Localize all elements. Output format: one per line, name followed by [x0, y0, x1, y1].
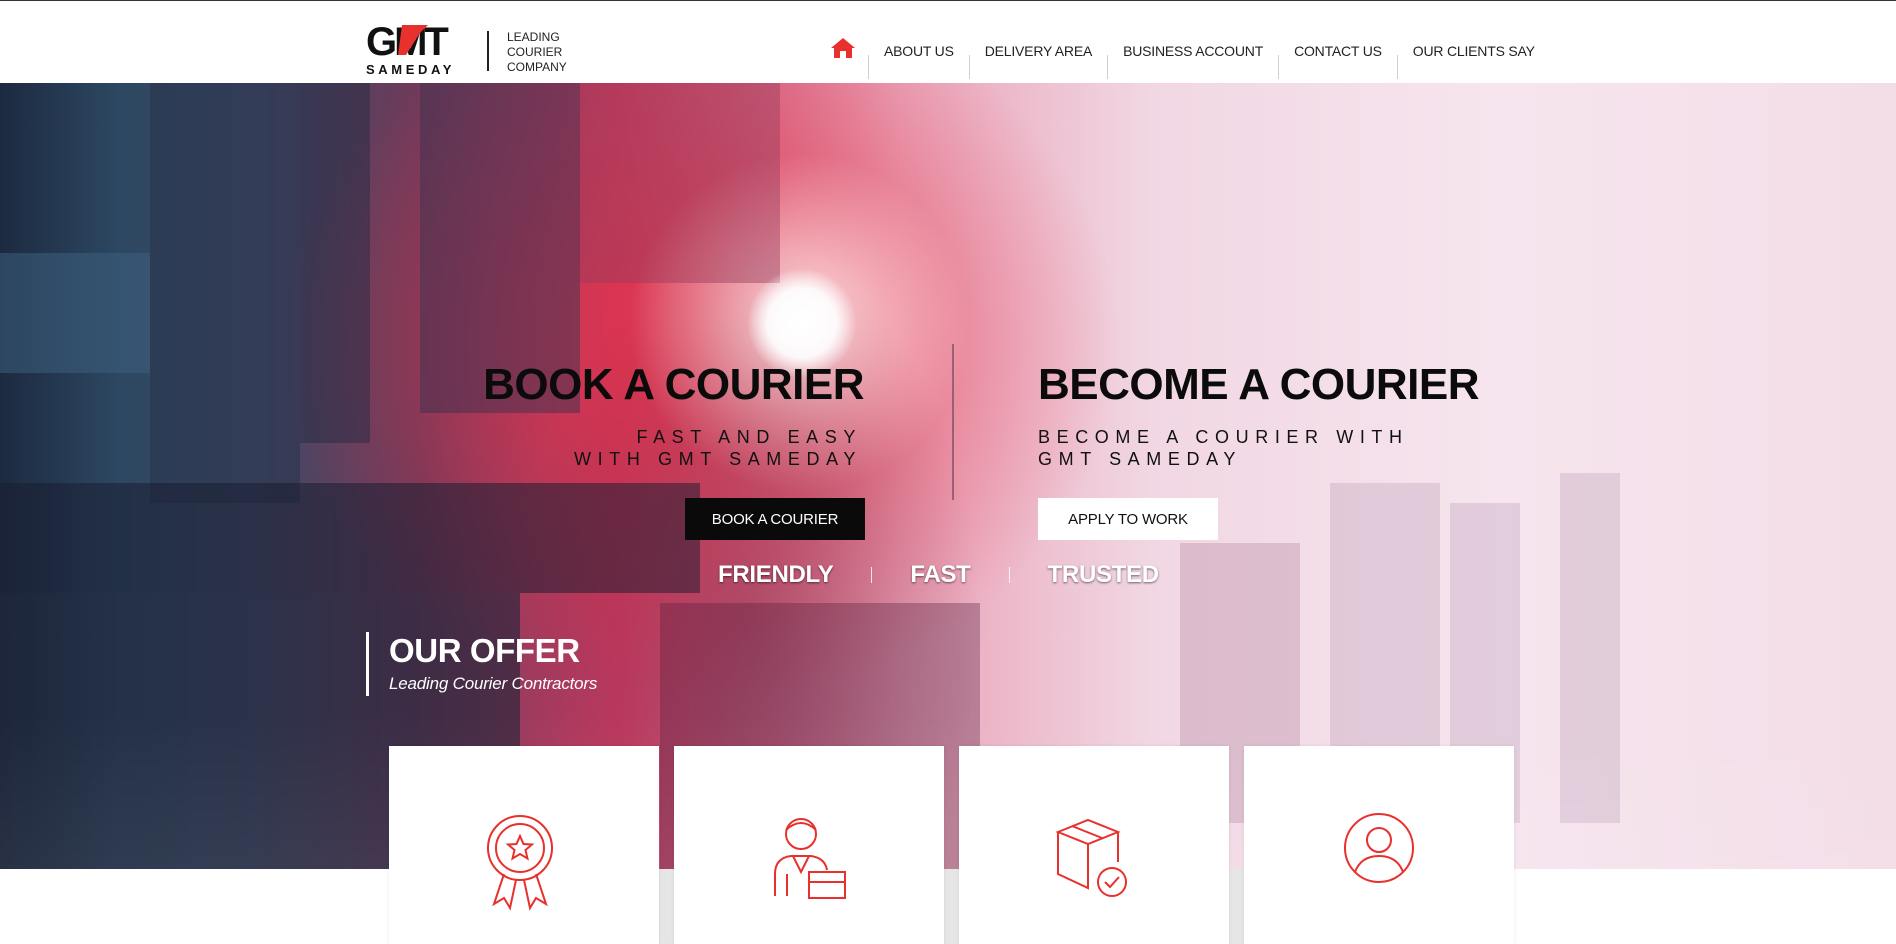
- become-courier-subtitle: BECOME A COURIER WITH GMT SAMEDAY: [1038, 426, 1409, 470]
- company-tagline: LEADING COURIER COMPANY: [507, 30, 567, 75]
- card-gap: [1228, 869, 1244, 944]
- nav-about-us[interactable]: ABOUT US: [868, 31, 969, 79]
- tagline-line: COURIER: [507, 45, 563, 59]
- cta-divider: [952, 344, 954, 500]
- nav-home-link[interactable]: [818, 31, 868, 61]
- book-courier-button[interactable]: BOOK A COURIER: [685, 498, 865, 540]
- book-courier-subtitle-line: FAST AND EASY: [636, 427, 862, 447]
- logo-divider: [487, 31, 489, 71]
- value-friendly: FRIENDLY: [718, 561, 834, 588]
- main-nav: ABOUT US DELIVERY AREA BUSINESS ACCOUNT …: [818, 31, 1550, 79]
- hero-banner: [0, 83, 1896, 869]
- offer-title: OUR OFFER: [389, 632, 580, 669]
- site-header: GMT SAMEDAY LEADING COURIER COMPANY ABOU…: [0, 1, 1896, 83]
- value-separator: [871, 567, 873, 583]
- courier-with-box-icon: [769, 812, 849, 912]
- book-courier-subtitle: FAST AND EASY WITH GMT SAMEDAY: [574, 426, 862, 470]
- card-gap: [658, 869, 674, 944]
- award-badge-icon: [484, 812, 564, 912]
- value-trusted: TRUSTED: [1047, 561, 1160, 588]
- card-gap: [943, 869, 959, 944]
- apply-to-work-button[interactable]: APPLY TO WORK: [1038, 498, 1218, 540]
- nav-business-account[interactable]: BUSINESS ACCOUNT: [1107, 31, 1278, 79]
- become-courier-subtitle-line: BECOME A COURIER WITH: [1038, 427, 1409, 447]
- value-fast: FAST: [910, 561, 971, 588]
- nav-our-clients-say[interactable]: OUR CLIENTS SAY: [1396, 31, 1550, 79]
- company-values: FRIENDLY FAST TRUSTED: [718, 560, 1159, 590]
- offer-card-couriers[interactable]: [674, 746, 944, 944]
- nav-contact-us[interactable]: CONTACT US: [1278, 31, 1397, 79]
- tagline-line: COMPANY: [507, 60, 567, 74]
- gmt-sameday-logo[interactable]: GMT SAMEDAY: [366, 17, 470, 77]
- book-courier-subtitle-line: WITH GMT SAMEDAY: [574, 449, 862, 469]
- offer-card-clients[interactable]: [1244, 746, 1514, 944]
- offer-subtitle: Leading Courier Contractors: [389, 674, 598, 693]
- user-circle-icon: [1339, 812, 1419, 912]
- offer-card-delivery[interactable]: [959, 746, 1229, 944]
- hero-overlay: [0, 83, 1896, 869]
- offer-card-quality[interactable]: [389, 746, 659, 944]
- logo-subtext: SAMEDAY: [366, 62, 455, 77]
- become-courier-subtitle-line: GMT SAMEDAY: [1038, 449, 1242, 469]
- home-icon: [831, 38, 855, 58]
- package-checked-icon: [1054, 812, 1134, 912]
- offer-accent-bar: [366, 632, 369, 696]
- become-courier-title: BECOME A COURIER: [1038, 360, 1479, 409]
- tagline-line: LEADING: [507, 30, 560, 44]
- nav-delivery-area[interactable]: DELIVERY AREA: [968, 31, 1107, 79]
- page: GMT SAMEDAY LEADING COURIER COMPANY ABOU…: [0, 0, 1896, 944]
- book-courier-title: BOOK A COURIER: [483, 360, 864, 409]
- value-separator: [1008, 567, 1010, 583]
